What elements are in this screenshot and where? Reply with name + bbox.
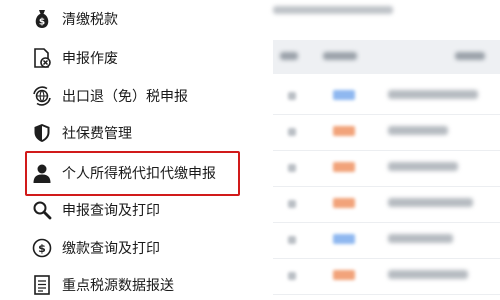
status-badge — [333, 162, 355, 172]
svg-text:$: $ — [38, 242, 46, 255]
status-badge — [333, 126, 355, 136]
menu-item-declaration-void[interactable]: 申报作废 — [30, 41, 118, 75]
menu-item-social-insurance[interactable]: 社保费管理 — [30, 116, 132, 150]
row-index — [288, 164, 296, 172]
menu-item-label: 清缴税款 — [62, 12, 118, 28]
table-header-cell — [323, 52, 357, 60]
status-badge — [333, 90, 355, 100]
row-text — [388, 126, 448, 135]
menu-item-tax-payment[interactable]: $ 清缴税款 — [30, 2, 118, 36]
globe-refresh-icon — [30, 84, 54, 108]
status-badge — [333, 198, 355, 208]
menu-item-label: 申报作废 — [62, 51, 118, 67]
row-text — [388, 162, 458, 171]
status-badge — [333, 270, 355, 280]
menu-item-declaration-query[interactable]: 申报查询及打印 — [30, 193, 160, 227]
row-index — [288, 92, 296, 100]
row-text — [388, 270, 468, 279]
row-index — [288, 200, 296, 208]
table-row[interactable] — [273, 186, 500, 222]
menu-item-key-tax-source-report[interactable]: 重点税源数据报送 — [30, 268, 174, 300]
menu-item-label: 重点税源数据报送 — [62, 278, 174, 294]
menu-item-label: 缴款查询及打印 — [62, 241, 160, 257]
blurred-header-text — [273, 6, 393, 14]
row-text — [388, 198, 473, 207]
table-row[interactable] — [273, 114, 500, 150]
row-index — [288, 128, 296, 136]
table-row[interactable] — [273, 258, 500, 294]
status-badge — [333, 234, 355, 244]
menu-item-label: 出口退（免）税申报 — [62, 89, 188, 105]
selected-highlight-box — [25, 151, 240, 196]
shield-icon — [30, 121, 54, 145]
menu-item-label: 社保费管理 — [62, 126, 132, 142]
svg-text:$: $ — [39, 18, 45, 28]
document-cancel-icon — [30, 46, 54, 70]
row-text — [388, 90, 478, 99]
row-divider — [273, 294, 500, 295]
table-row[interactable] — [273, 150, 500, 186]
menu-item-payment-query[interactable]: $ 缴款查询及打印 — [30, 231, 160, 265]
table-row[interactable] — [273, 78, 500, 114]
search-icon — [30, 198, 54, 222]
table-row[interactable] — [273, 222, 500, 258]
table-header-cell — [455, 52, 485, 60]
row-index — [288, 272, 296, 280]
report-list-icon — [30, 273, 54, 297]
sidebar-menu: $ 清缴税款 申报作废 出口退（免）税申报 社保费管理 个人所得税代扣代缴申报 … — [0, 0, 265, 300]
table-header-cell — [280, 52, 298, 60]
menu-item-export-tax-refund[interactable]: 出口退（免）税申报 — [30, 79, 188, 113]
menu-item-label: 申报查询及打印 — [62, 203, 160, 219]
blurred-content-panel — [265, 0, 500, 300]
row-index — [288, 236, 296, 244]
money-bag-icon: $ — [30, 7, 54, 31]
dollar-circle-icon: $ — [30, 236, 54, 260]
row-text — [388, 234, 453, 243]
